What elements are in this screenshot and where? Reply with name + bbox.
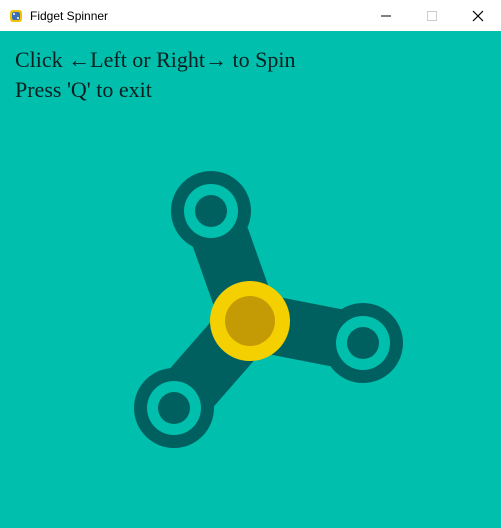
window-controls <box>363 0 501 31</box>
python-icon <box>8 8 24 24</box>
close-button[interactable] <box>455 0 501 31</box>
game-canvas[interactable]: Click ←Left or Right→ to Spin Press 'Q' … <box>0 31 501 528</box>
minimize-icon <box>381 11 391 21</box>
spinner-lobe-left <box>134 368 214 448</box>
window-title: Fidget Spinner <box>30 8 109 23</box>
maximize-icon <box>427 10 437 21</box>
spinner-lobe-top <box>171 171 251 251</box>
fidget-spinner[interactable] <box>0 31 501 528</box>
close-icon <box>472 10 484 22</box>
spinner-lobe-right <box>323 303 403 383</box>
maximize-button[interactable] <box>409 0 455 31</box>
bearing-inner <box>225 296 275 346</box>
app-window: Fidget Spinner Click ←Left or Right→ to … <box>0 0 501 528</box>
minimize-button[interactable] <box>363 0 409 31</box>
title-bar[interactable]: Fidget Spinner <box>0 0 501 31</box>
